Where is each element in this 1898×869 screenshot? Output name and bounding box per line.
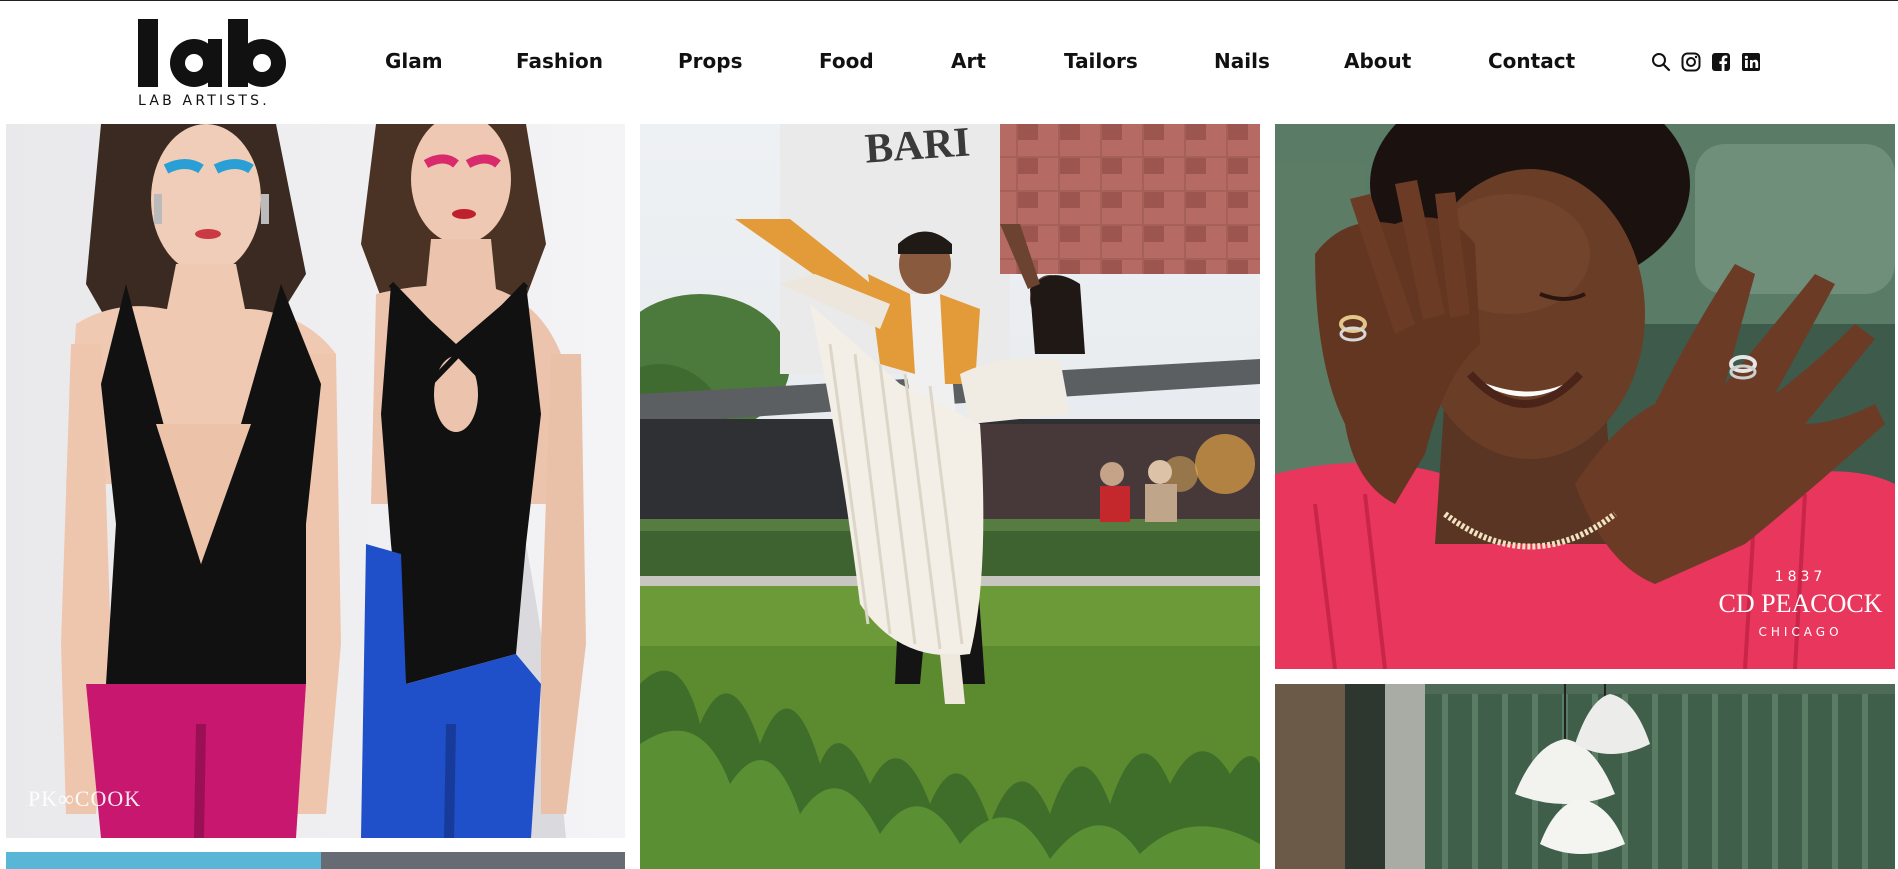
brand-overlay: 1837 CD PEACOCK CHICAGO <box>1713 569 1888 639</box>
nav-art[interactable]: Art <box>951 49 986 73</box>
facebook-icon[interactable] <box>1710 51 1732 73</box>
nav-contact[interactable]: Contact <box>1488 49 1575 73</box>
gallery-tile-dance[interactable]: BARI <box>640 124 1260 869</box>
nav-tailors[interactable]: Tailors <box>1064 49 1138 73</box>
nav-about[interactable]: About <box>1344 49 1411 73</box>
brand-name: CD PEACOCK <box>1718 589 1883 618</box>
brand-year: 1837 <box>1774 569 1827 585</box>
main-nav: Glam Fashion Props Food Art Tailors Nail… <box>0 1 1898 123</box>
instagram-icon[interactable] <box>1680 51 1702 73</box>
photographer-watermark: PK∞COOK <box>28 786 142 811</box>
gallery-tile-partial-left[interactable] <box>6 852 625 869</box>
fashion-photo <box>6 124 625 838</box>
dance-photo <box>640 124 1260 869</box>
storefront-sign: BARI <box>863 124 972 173</box>
gallery-tile-interior[interactable] <box>1275 684 1895 869</box>
nav-food[interactable]: Food <box>819 49 874 73</box>
linkedin-icon[interactable] <box>1740 51 1762 73</box>
nav-nails[interactable]: Nails <box>1214 49 1270 73</box>
search-icon[interactable] <box>1650 51 1672 73</box>
nav-glam[interactable]: Glam <box>385 49 443 73</box>
nav-fashion[interactable]: Fashion <box>516 49 603 73</box>
interior-photo <box>1275 684 1895 869</box>
gallery-tile-fashion[interactable]: PK∞COOK <box>6 124 625 838</box>
nav-props[interactable]: Props <box>678 49 742 73</box>
brand-city: CHICAGO <box>1758 625 1843 639</box>
social-links <box>1650 51 1762 73</box>
gallery-tile-jewelry[interactable]: 1837 CD PEACOCK CHICAGO <box>1275 124 1895 669</box>
site-header: LAB ARTISTS. Glam Fashion Props Food Art… <box>0 1 1898 123</box>
partial-photo <box>6 852 625 869</box>
